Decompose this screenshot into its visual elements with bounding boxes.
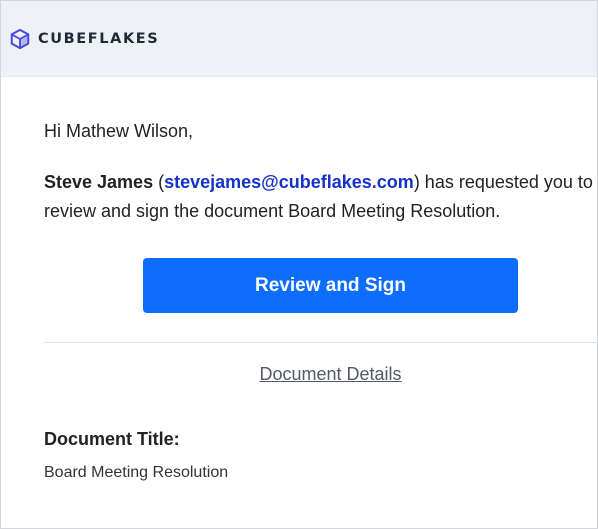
document-details-link[interactable]: Document Details: [259, 364, 401, 384]
brand-name: CUBEFLAKES: [38, 30, 160, 47]
document-title-value: Board Meeting Resolution: [44, 464, 229, 481]
email-frame: CUBEFLAKES Hi Mathew Wilson, Steve James…: [0, 0, 598, 529]
document-details-container: Document Details: [44, 364, 597, 385]
brand-logo: CUBEFLAKES: [9, 28, 159, 50]
document-title-label: Document Title:: [44, 429, 180, 449]
review-and-sign-button[interactable]: Review and Sign: [143, 258, 518, 313]
sender-name: Steve James: [44, 172, 154, 192]
email-header: CUBEFLAKES: [1, 1, 597, 77]
sender-email-link[interactable]: stevejames@cubeflakes.com: [164, 172, 414, 192]
request-message: Steve James (stevejames@cubeflakes.com) …: [44, 168, 597, 226]
divider: [44, 342, 597, 343]
cta-container: Review and Sign: [44, 258, 592, 313]
email-body: Hi Mathew Wilson, Steve James (stevejame…: [1, 77, 597, 482]
greeting-text: Hi Mathew Wilson,: [44, 121, 194, 141]
cube-logo-icon: [10, 28, 30, 49]
